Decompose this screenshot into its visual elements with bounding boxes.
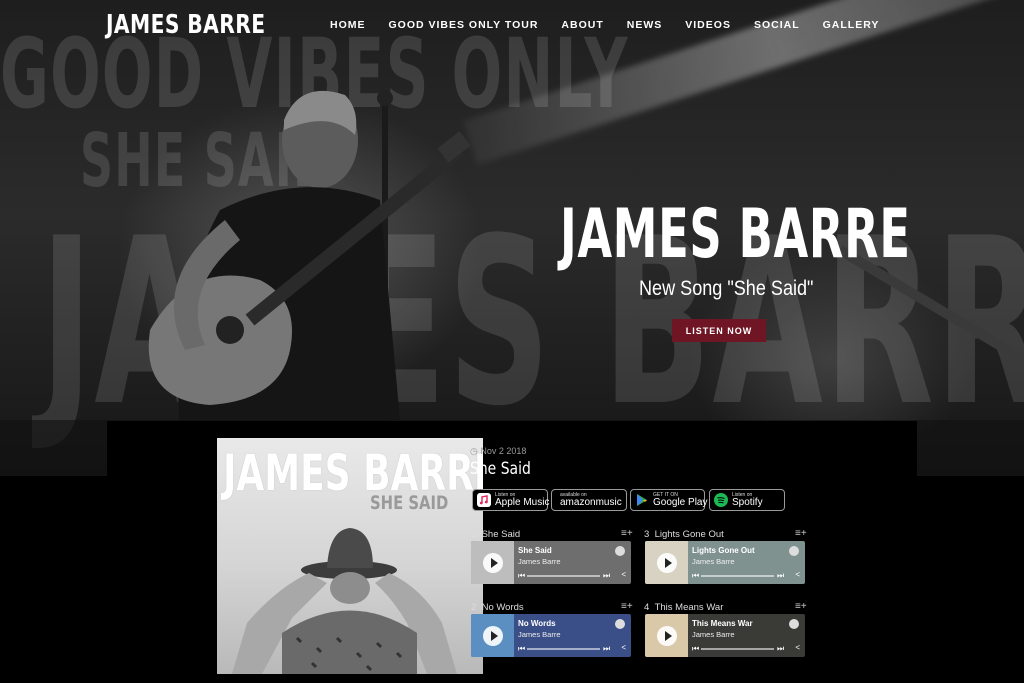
add-to-playlist-icon[interactable]: ≡+: [621, 528, 633, 539]
spotify-icon: [615, 546, 625, 556]
progress-bar[interactable]: [527, 575, 600, 577]
cover-title-text: SHE SAID: [370, 492, 449, 514]
share-icon[interactable]: <: [621, 570, 626, 579]
play-icon[interactable]: [657, 553, 677, 573]
nav-about[interactable]: ABOUT: [561, 19, 603, 31]
release-title: She Said: [470, 459, 531, 479]
add-to-playlist-icon[interactable]: ≡+: [621, 601, 633, 612]
previous-icon[interactable]: ⏮: [518, 644, 525, 654]
hero-title: JAMES BARRE: [560, 195, 911, 274]
google-play-icon: [637, 494, 647, 506]
player-artist: James Barre: [518, 630, 561, 639]
player-track-title: She Said: [518, 546, 552, 555]
progress-bar[interactable]: [527, 648, 600, 650]
add-to-playlist-icon[interactable]: ≡+: [795, 601, 807, 612]
amazon-music-button[interactable]: available on amazonmusic: [551, 489, 627, 511]
store-name: amazonmusic: [560, 496, 622, 508]
nav-tour[interactable]: GOOD VIBES ONLY TOUR: [389, 19, 539, 31]
nav-news[interactable]: NEWS: [627, 19, 663, 31]
player-track-title: This Means War: [692, 619, 753, 628]
nav-home[interactable]: HOME: [330, 19, 366, 31]
album-cover[interactable]: JAMES BARRE SHE SAID: [217, 438, 483, 674]
next-icon[interactable]: ⏭: [777, 571, 784, 581]
store-name: Spotify: [732, 496, 763, 508]
spotify-icon: [789, 546, 799, 556]
track-label-2: 2 No Words: [471, 602, 524, 613]
share-icon[interactable]: <: [795, 570, 800, 579]
release-date-text: Nov 2 2018: [480, 446, 527, 456]
next-icon[interactable]: ⏭: [777, 644, 784, 654]
google-play-button[interactable]: GET IT ON Google Play: [630, 489, 708, 511]
track-player-3[interactable]: Lights Gone Out James Barre ⏮ ⏭ <: [645, 541, 805, 584]
nav-gallery[interactable]: GALLERY: [823, 19, 880, 31]
play-icon[interactable]: [483, 553, 503, 573]
track-label-3: 3 Lights Gone Out: [644, 529, 724, 540]
player-track-title: No Words: [518, 619, 556, 628]
player-artist: James Barre: [518, 557, 561, 566]
release-date: ◷ Nov 2 2018: [470, 446, 526, 457]
previous-icon[interactable]: ⏮: [518, 571, 525, 581]
apple-music-icon: [477, 493, 491, 507]
main-nav: HOME GOOD VIBES ONLY TOUR ABOUT NEWS VID…: [330, 19, 902, 31]
player-artist: James Barre: [692, 557, 735, 566]
progress-bar[interactable]: [701, 648, 774, 650]
brand-logo[interactable]: JAMES BARRE: [106, 10, 265, 40]
previous-icon[interactable]: ⏮: [692, 644, 699, 654]
next-icon[interactable]: ⏭: [603, 644, 610, 654]
play-icon[interactable]: [657, 626, 677, 646]
track-player-2[interactable]: No Words James Barre ⏮ ⏭ <: [471, 614, 631, 657]
spotify-icon: [714, 493, 728, 507]
track-player-4[interactable]: This Means War James Barre ⏮ ⏭ <: [645, 614, 805, 657]
apple-music-button[interactable]: Listen on Apple Music: [472, 489, 550, 511]
spotify-icon: [789, 619, 799, 629]
store-name: Google Play: [653, 496, 708, 508]
store-name: Apple Music: [495, 496, 550, 508]
listen-now-button[interactable]: LISTEN NOW: [672, 319, 766, 342]
clock-icon: ◷: [470, 446, 481, 456]
player-track-title: Lights Gone Out: [692, 546, 755, 555]
progress-bar[interactable]: [701, 575, 774, 577]
previous-icon[interactable]: ⏮: [692, 571, 699, 581]
nav-videos[interactable]: VIDEOS: [685, 19, 731, 31]
track-player-1[interactable]: She Said James Barre ⏮ ⏭ <: [471, 541, 631, 584]
track-label-1: 1 She Said: [471, 529, 521, 540]
spotify-button[interactable]: Listen on Spotify: [709, 489, 785, 511]
spotify-icon: [615, 619, 625, 629]
add-to-playlist-icon[interactable]: ≡+: [795, 528, 807, 539]
hero-subtitle: New Song "She Said": [639, 277, 814, 300]
share-icon[interactable]: <: [621, 643, 626, 652]
share-icon[interactable]: <: [795, 643, 800, 652]
player-artist: James Barre: [692, 630, 735, 639]
next-icon[interactable]: ⏭: [603, 571, 610, 581]
track-label-4: 4 This Means War: [644, 602, 724, 613]
play-icon[interactable]: [483, 626, 503, 646]
nav-social[interactable]: SOCIAL: [754, 19, 800, 31]
